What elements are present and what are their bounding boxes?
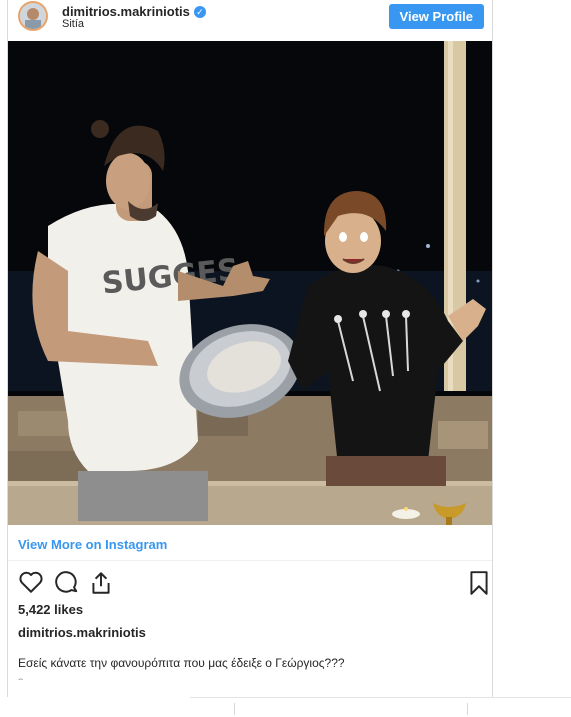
like-count[interactable]: 5,422 likes bbox=[18, 602, 83, 617]
view-profile-button[interactable]: View Profile bbox=[388, 4, 484, 29]
username-link[interactable]: dimitrios.makriniotis ✓ bbox=[62, 4, 206, 19]
divider bbox=[8, 560, 492, 561]
view-more-link[interactable]: View More on Instagram bbox=[18, 537, 167, 552]
instagram-embed: dimitrios.makriniotis ✓ Sitía View Profil… bbox=[7, 0, 493, 697]
caption-text: Εσείς κάνατε την φανουρόπιτα που μας έδε… bbox=[18, 656, 345, 670]
page-divider bbox=[190, 697, 571, 698]
username-text: dimitrios.makriniotis bbox=[62, 4, 190, 19]
heart-icon[interactable] bbox=[18, 570, 44, 599]
divider-tick bbox=[234, 703, 235, 715]
share-icon[interactable] bbox=[88, 570, 114, 601]
divider-tick bbox=[467, 703, 468, 715]
caption-username[interactable]: dimitrios.makriniotis bbox=[18, 625, 146, 640]
bookmark-icon[interactable] bbox=[468, 570, 490, 601]
action-bar bbox=[16, 570, 488, 601]
location-link[interactable]: Sitía bbox=[62, 18, 84, 30]
caption-overflow: ε bbox=[18, 674, 38, 680]
verified-badge-icon: ✓ bbox=[193, 5, 206, 18]
avatar[interactable] bbox=[18, 1, 48, 31]
post-photo[interactable]: SUGGES bbox=[8, 41, 492, 525]
post-header: dimitrios.makriniotis ✓ Sitía View Profil… bbox=[8, 0, 492, 40]
comment-icon[interactable] bbox=[54, 570, 80, 601]
